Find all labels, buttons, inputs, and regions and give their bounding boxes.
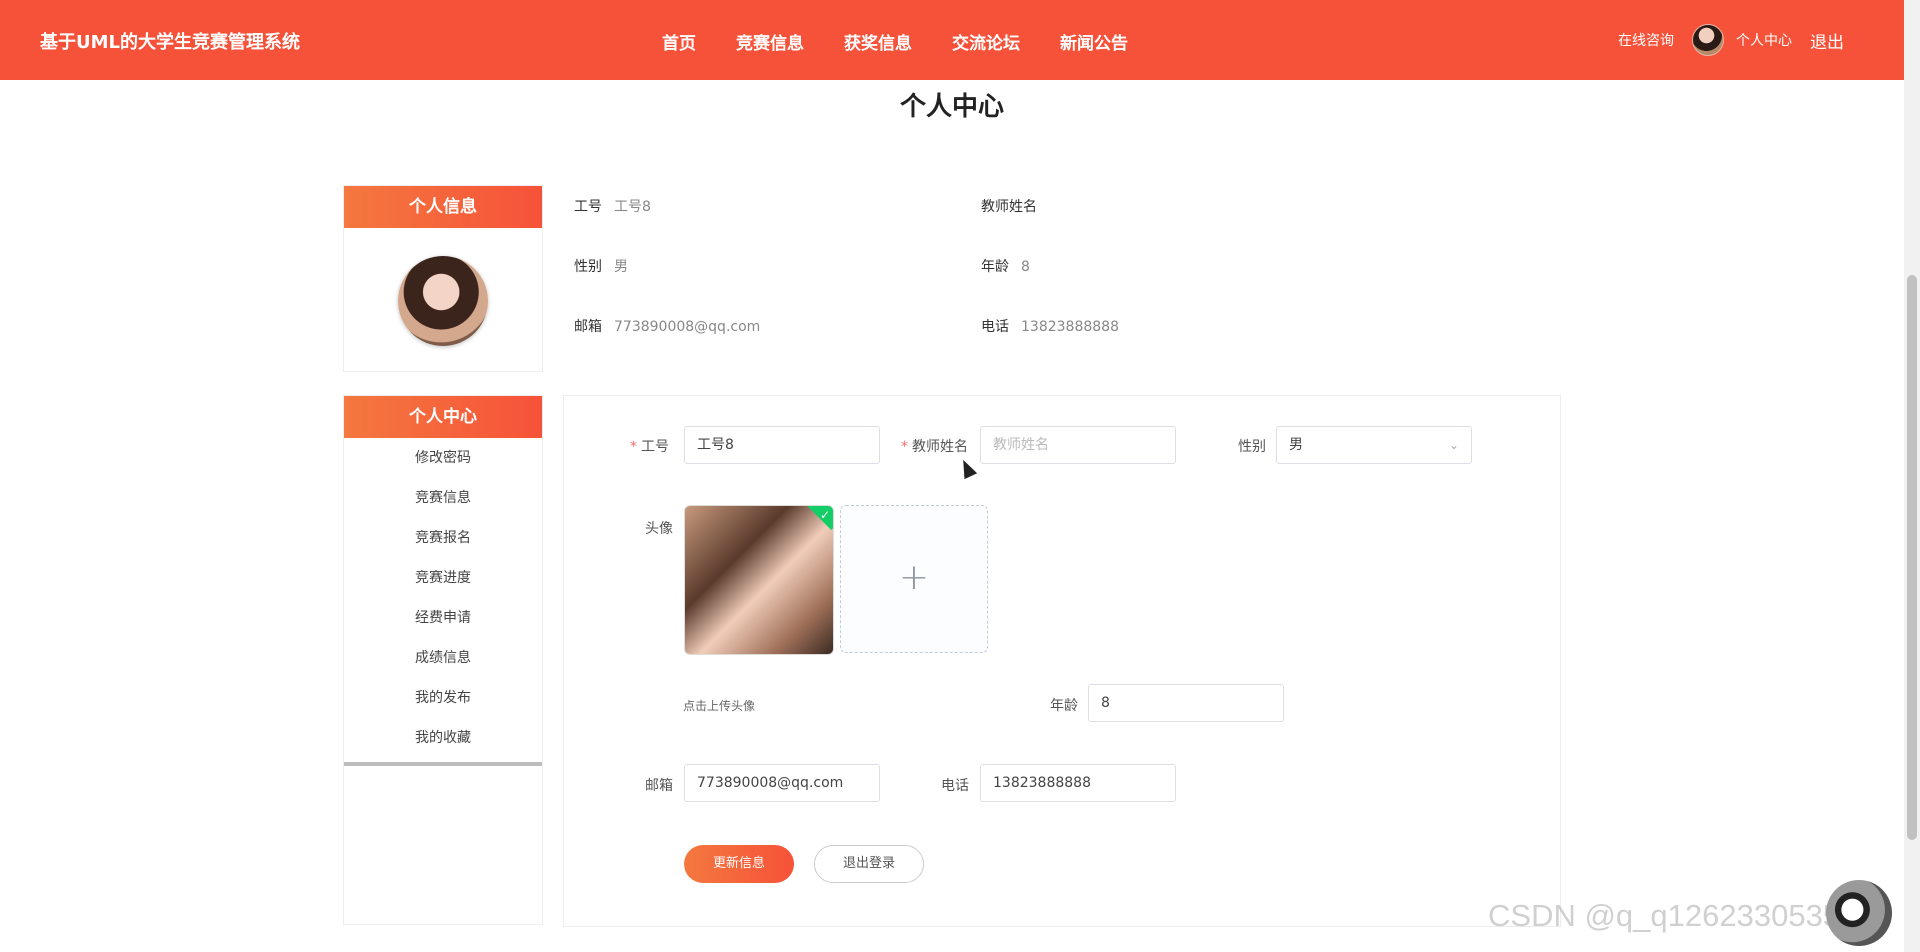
teacher-name-label: * 教师姓名 (901, 439, 968, 455)
nav-competition[interactable]: 竞赛信息 (736, 29, 804, 54)
user-avatar[interactable] (1692, 24, 1724, 56)
email-label: 邮箱 (645, 778, 673, 794)
logout-account-button[interactable]: 退出登录 (814, 845, 924, 883)
top-navbar: 基于UML的大学生竞赛管理系统 首页 竞赛信息 获奖信息 交流论坛 新闻公告 在… (0, 0, 1904, 80)
menu-item-change-password[interactable]: 修改密码 (344, 438, 542, 478)
mascot-icon (1826, 880, 1892, 946)
nav-awards[interactable]: 获奖信息 (844, 29, 912, 54)
menu-item-competition-info[interactable]: 竞赛信息 (344, 478, 542, 518)
info-teacher-name: 教师姓名 (981, 199, 1037, 215)
online-consult-link[interactable]: 在线咨询 (1618, 30, 1674, 50)
upload-add-button[interactable]: + (840, 505, 988, 653)
side-menu-scrollbar[interactable] (344, 762, 542, 766)
phone-input[interactable]: 13823888888 (980, 764, 1176, 802)
info-phone: 电话 13823888888 (981, 319, 1119, 335)
update-info-button[interactable]: 更新信息 (684, 845, 794, 883)
uploaded-avatar-thumbnail[interactable]: ✓ (684, 505, 834, 655)
gonghao-input[interactable]: 工号8 (684, 426, 880, 464)
profile-avatar (398, 256, 488, 346)
personal-center-link[interactable]: 个人中心 (1736, 30, 1792, 50)
side-menu-heading: 个人中心 (344, 396, 542, 438)
gender-select[interactable]: 男 ⌄ (1276, 426, 1472, 464)
email-input[interactable]: 773890008@qq.com (684, 764, 880, 802)
age-label: 年龄 (1050, 698, 1078, 714)
page-title: 个人中心 (899, 92, 1004, 122)
gender-select-value: 男 (1289, 437, 1303, 453)
watermark: CSDN @q_q1262330535 (1488, 898, 1841, 933)
nav-home[interactable]: 首页 (662, 29, 696, 54)
gonghao-label: * 工号 (630, 439, 669, 455)
page-scrollbar-thumb[interactable] (1907, 275, 1917, 840)
menu-item-funding[interactable]: 经费申请 (344, 598, 542, 638)
menu-item-scores[interactable]: 成绩信息 (344, 638, 542, 678)
chevron-down-icon: ⌄ (1448, 438, 1459, 452)
teacher-name-input[interactable]: 教师姓名 (980, 426, 1176, 464)
phone-label: 电话 (941, 778, 969, 794)
main-nav: 首页 竞赛信息 获奖信息 交流论坛 新闻公告 (662, 29, 1128, 54)
age-input[interactable]: 8 (1088, 684, 1284, 722)
plus-icon: + (898, 557, 930, 598)
info-gender: 性别男 (574, 259, 628, 275)
nav-news[interactable]: 新闻公告 (1060, 29, 1128, 54)
logout-link[interactable]: 退出 (1810, 28, 1844, 53)
avatar-label: 头像 (645, 521, 673, 537)
menu-item-favorites[interactable]: 我的收藏 (344, 718, 542, 758)
menu-item-competition-signup[interactable]: 竞赛报名 (344, 518, 542, 558)
info-email: 邮箱 773890008@qq.com (574, 319, 761, 335)
profile-card-heading: 个人信息 (344, 186, 542, 228)
info-age: 年龄 8 (981, 259, 1030, 275)
check-icon: ✓ (819, 508, 830, 522)
profile-card: 个人信息 (343, 185, 543, 372)
nav-forum[interactable]: 交流论坛 (952, 29, 1020, 54)
info-gonghao: 工号 工号8 (574, 199, 651, 215)
site-brand[interactable]: 基于UML的大学生竞赛管理系统 (40, 28, 300, 54)
gender-label: 性别 (1238, 439, 1266, 455)
side-menu: 个人中心 修改密码 竞赛信息 竞赛报名 竞赛进度 经费申请 成绩信息 我的发布 … (343, 395, 543, 925)
upload-hint: 点击上传头像 (683, 699, 756, 713)
menu-item-competition-progress[interactable]: 竞赛进度 (344, 558, 542, 598)
header-actions: 在线咨询 个人中心 退出 (1618, 24, 1844, 56)
menu-item-my-posts[interactable]: 我的发布 (344, 678, 542, 718)
